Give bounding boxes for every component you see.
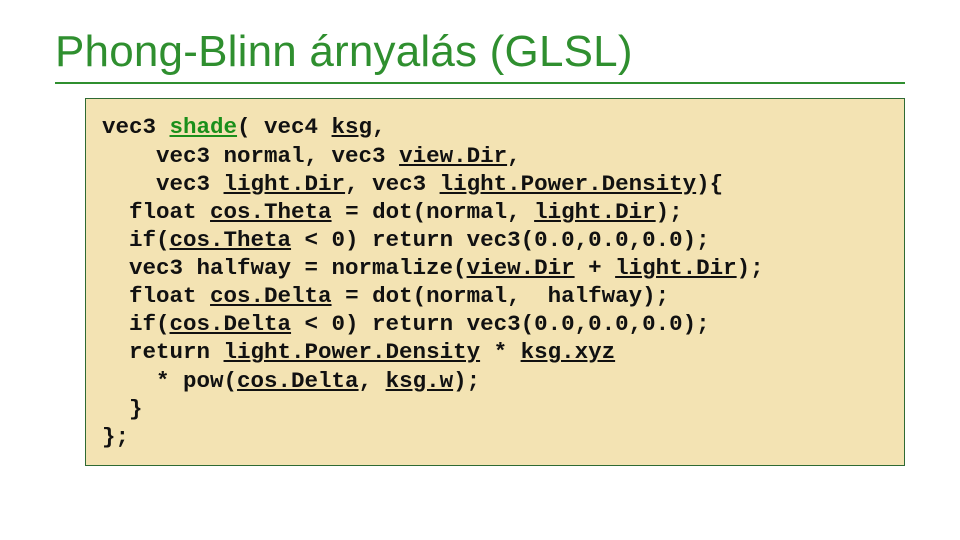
code-text: ( vec4: [237, 114, 332, 140]
code-line-2: vec3 normal, vec3 view.Dir,: [102, 142, 892, 170]
code-line-4: float cos.Theta = dot(normal, light.Dir)…: [102, 198, 892, 226]
code-text: cos.Delta: [237, 368, 359, 394]
code-line-12: };: [102, 423, 892, 451]
title-underline: [55, 82, 905, 84]
code-text: < 0) return vec3(0.0,0.0,0.0);: [291, 227, 710, 253]
code-text: light.Dir: [534, 199, 656, 225]
code-line-6: vec3 halfway = normalize(view.Dir + ligh…: [102, 254, 892, 282]
code-line-7: float cos.Delta = dot(normal, halfway);: [102, 282, 892, 310]
code-text: *: [480, 339, 521, 365]
code-text: view.Dir: [399, 143, 507, 169]
code-text: ksg.xyz: [521, 339, 616, 365]
code-text: light.Power.Density: [440, 171, 697, 197]
code-text: = dot(normal, halfway);: [332, 283, 670, 309]
code-block: vec3 shade( vec4 ksg, vec3 normal, vec3 …: [85, 98, 905, 466]
code-text: light.Dir: [224, 171, 346, 197]
code-line-9: return light.Power.Density * ksg.xyz: [102, 338, 892, 366]
code-text: view.Dir: [467, 255, 575, 281]
code-text: );: [453, 368, 480, 394]
code-text: );: [737, 255, 764, 281]
code-line-10: * pow(cos.Delta, ksg.w);: [102, 367, 892, 395]
code-text: < 0) return vec3(0.0,0.0,0.0);: [291, 311, 710, 337]
code-text: vec3: [102, 171, 224, 197]
function-name: shade: [170, 114, 238, 140]
code-text: );: [656, 199, 683, 225]
code-text: light.Dir: [615, 255, 737, 281]
code-text: cos.Theta: [210, 199, 332, 225]
code-text: cos.Delta: [210, 283, 332, 309]
code-text: light.Power.Density: [224, 339, 481, 365]
code-text: +: [575, 255, 616, 281]
code-line-1: vec3 shade( vec4 ksg,: [102, 113, 892, 141]
code-text: float: [102, 283, 210, 309]
code-text: return: [102, 339, 224, 365]
code-line-3: vec3 light.Dir, vec3 light.Power.Density…: [102, 170, 892, 198]
code-text: cos.Delta: [170, 311, 292, 337]
code-text: = dot(normal,: [332, 199, 535, 225]
code-text: ,: [359, 368, 386, 394]
code-text: ,: [507, 143, 521, 169]
code-text: if(: [102, 311, 170, 337]
code-line-8: if(cos.Delta < 0) return vec3(0.0,0.0,0.…: [102, 310, 892, 338]
code-text: vec3 halfway = normalize(: [102, 255, 467, 281]
code-text: ,: [372, 114, 386, 140]
code-text: ksg: [332, 114, 373, 140]
code-line-11: }: [102, 395, 892, 423]
code-text: vec3: [102, 114, 170, 140]
code-line-5: if(cos.Theta < 0) return vec3(0.0,0.0,0.…: [102, 226, 892, 254]
code-text: if(: [102, 227, 170, 253]
code-text: ){: [696, 171, 723, 197]
slide: Phong-Blinn árnyalás (GLSL) vec3 shade( …: [0, 0, 960, 540]
code-text: vec3 normal, vec3: [102, 143, 399, 169]
code-text: cos.Theta: [170, 227, 292, 253]
slide-title: Phong-Blinn árnyalás (GLSL): [55, 28, 905, 76]
code-text: float: [102, 199, 210, 225]
code-text: ksg.w: [386, 368, 454, 394]
code-text: , vec3: [345, 171, 440, 197]
code-text: * pow(: [102, 368, 237, 394]
